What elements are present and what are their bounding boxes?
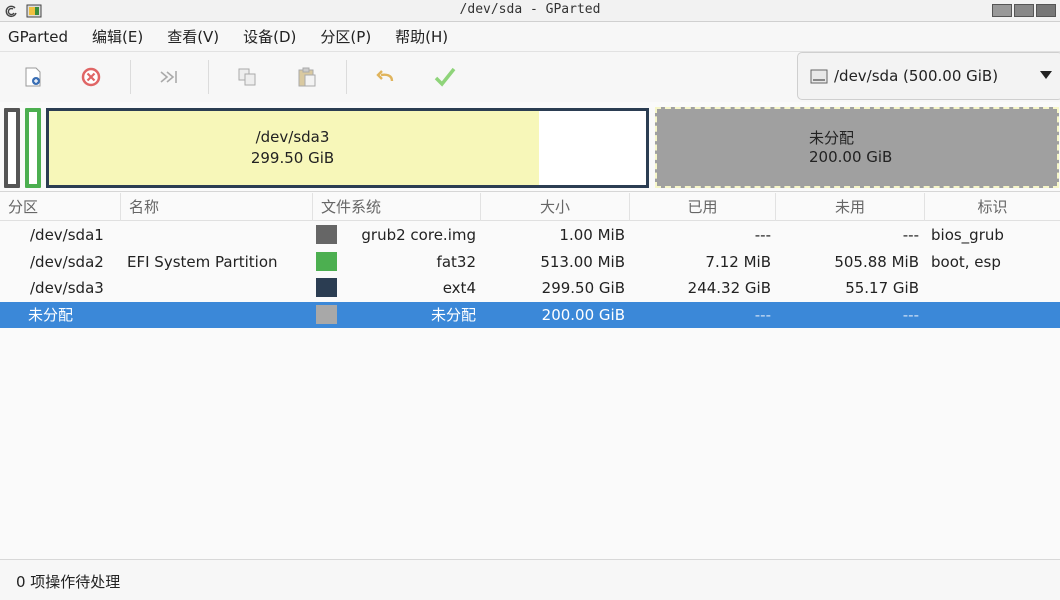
toolbar-separator — [208, 60, 209, 94]
table-row[interactable]: /dev/sda3 ext4 299.50 GiB 244.32 GiB 55.… — [0, 275, 1060, 301]
undo-icon — [376, 70, 394, 82]
filesystem-color-swatch — [316, 278, 337, 297]
partition-block-sda1[interactable] — [4, 108, 20, 188]
cell-partition: /dev/sda1 — [30, 226, 104, 244]
column-header-filesystem[interactable]: 文件系统 — [313, 193, 481, 221]
cell-partition: /dev/sda2 — [30, 253, 104, 271]
device-selector[interactable]: /dev/sda (500.00 GiB) — [797, 52, 1060, 100]
cell-size: 200.00 GiB — [541, 306, 625, 324]
paste-button[interactable] — [292, 62, 322, 92]
menu-view[interactable]: 查看(V) — [167, 26, 219, 47]
cell-filesystem: ext4 — [442, 279, 476, 297]
cell-size: 1.00 MiB — [559, 226, 625, 244]
cell-used: --- — [754, 226, 771, 244]
cell-filesystem: 未分配 — [430, 306, 476, 324]
filesystem-color-swatch — [316, 305, 337, 324]
cell-used: --- — [754, 306, 771, 324]
cell-size: 513.00 MiB — [540, 253, 625, 271]
partition-block-sda2[interactable] — [25, 108, 41, 188]
column-header-flags[interactable]: 标识 — [925, 193, 1060, 221]
resize-move-icon — [160, 71, 177, 83]
menu-device[interactable]: 设备(D) — [243, 26, 296, 47]
menu-edit[interactable]: 编辑(E) — [92, 26, 143, 47]
maximize-button[interactable] — [1014, 4, 1034, 17]
paste-icon — [298, 67, 316, 87]
apply-button[interactable] — [430, 62, 460, 92]
cell-name: EFI System Partition — [127, 253, 278, 271]
partition-block-size: 200.00 GiB — [809, 148, 893, 166]
menu-bar: GParted 编辑(E) 查看(V) 设备(D) 分区(P) 帮助(H) — [0, 22, 1060, 52]
copy-button[interactable] — [232, 62, 262, 92]
delete-icon — [81, 67, 101, 87]
menu-gparted[interactable]: GParted — [8, 28, 68, 46]
column-header-name[interactable]: 名称 — [121, 193, 313, 221]
minimize-button[interactable] — [992, 4, 1012, 17]
filesystem-color-swatch — [316, 252, 337, 271]
chevron-down-icon — [1040, 71, 1052, 79]
pending-operations-text: 0 项操作待处理 — [16, 573, 121, 591]
cell-unused: 505.88 MiB — [834, 253, 919, 271]
cell-flags: boot, esp — [931, 253, 1001, 271]
checkmark-icon — [434, 67, 456, 87]
close-button[interactable] — [1036, 4, 1056, 17]
device-selector-label: /dev/sda (500.00 GiB) — [834, 67, 999, 85]
undo-button[interactable] — [370, 62, 400, 92]
harddisk-icon — [810, 69, 828, 84]
cell-used: 244.32 GiB — [687, 279, 771, 297]
delete-partition-button[interactable] — [76, 62, 106, 92]
cell-partition: 未分配 — [28, 306, 74, 324]
column-header-size[interactable]: 大小 — [481, 193, 630, 221]
window-controls — [992, 4, 1056, 17]
disk-graphic: /dev/sda3 299.50 GiB 未分配 200.00 GiB — [0, 102, 1060, 192]
copy-icon — [238, 68, 256, 86]
cell-unused: --- — [902, 306, 919, 324]
window-title: /dev/sda - GParted — [459, 2, 601, 17]
cell-partition: /dev/sda3 — [30, 279, 104, 297]
partition-block-name: /dev/sda3 — [255, 128, 330, 146]
used-space-bar — [49, 111, 539, 185]
toolbar-separator — [130, 60, 131, 94]
partition-table-header: 分区 名称 文件系统 大小 已用 未用 标识 — [0, 193, 1060, 221]
menu-partition[interactable]: 分区(P) — [320, 26, 371, 47]
title-bar: /dev/sda - GParted — [0, 0, 1060, 22]
cell-filesystem: grub2 core.img — [361, 226, 476, 244]
cell-flags: bios_grub — [931, 226, 1004, 244]
column-header-unused[interactable]: 未用 — [776, 193, 925, 221]
partition-block-name: 未分配 — [809, 129, 855, 147]
cell-unused: 55.17 GiB — [845, 279, 919, 297]
toolbar-separator — [346, 60, 347, 94]
menu-help[interactable]: 帮助(H) — [395, 26, 448, 47]
cell-used: 7.12 MiB — [705, 253, 771, 271]
column-header-partition[interactable]: 分区 — [0, 193, 121, 221]
cell-unused: --- — [902, 226, 919, 244]
partition-block-sda3[interactable]: /dev/sda3 299.50 GiB — [46, 108, 649, 188]
new-partition-button[interactable] — [18, 62, 48, 92]
table-row-selected[interactable]: 未分配 未分配 200.00 GiB --- --- — [0, 302, 1060, 328]
resize-move-button[interactable] — [154, 62, 184, 92]
partition-block-unallocated[interactable]: 未分配 200.00 GiB — [655, 107, 1059, 188]
filesystem-color-swatch — [316, 225, 337, 244]
new-partition-icon — [25, 67, 41, 87]
table-row[interactable]: /dev/sda2 EFI System Partition fat32 513… — [0, 249, 1060, 275]
column-header-used[interactable]: 已用 — [630, 193, 776, 221]
table-row[interactable]: /dev/sda1 grub2 core.img 1.00 MiB --- --… — [0, 222, 1060, 248]
partition-block-size: 299.50 GiB — [250, 149, 335, 167]
cell-filesystem: fat32 — [436, 253, 476, 271]
cell-size: 299.50 GiB — [541, 279, 625, 297]
status-bar: 0 项操作待处理 — [0, 559, 1060, 600]
